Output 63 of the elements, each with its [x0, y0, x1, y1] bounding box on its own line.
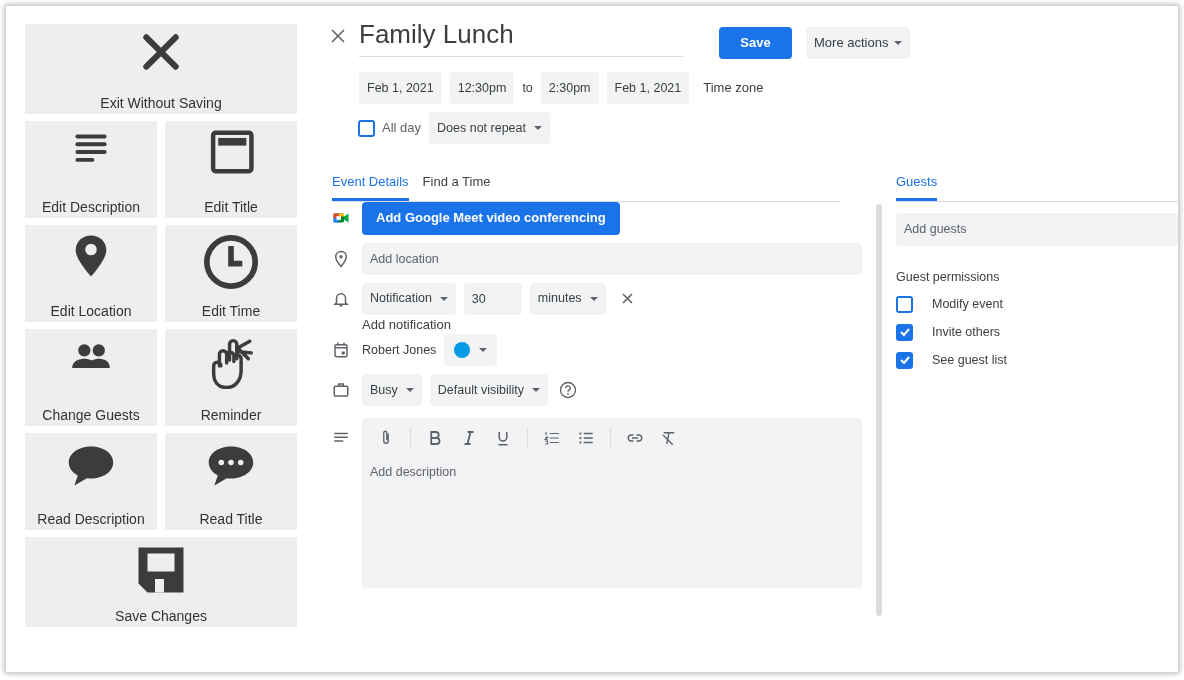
close-icon [622, 293, 634, 304]
calendar-icon [332, 341, 350, 359]
checkbox-label: All day [382, 119, 422, 138]
location-pin-icon [332, 249, 350, 268]
command-tile[interactable]: Edit Location [25, 225, 157, 322]
date-field[interactable]: Feb 1, 2021 [359, 72, 442, 104]
add-notification-link[interactable]: Add notification [362, 314, 451, 334]
command-tile[interactable]: Edit Description [25, 121, 157, 218]
caret-icon [439, 296, 448, 301]
numbered-list-icon [543, 429, 561, 447]
command-tile[interactable]: Read Description [25, 433, 157, 530]
time-field[interactable]: 2:30pm [540, 72, 599, 104]
caret-icon [405, 388, 414, 392]
bulleted-list-icon [577, 429, 595, 447]
caret-icon [531, 388, 540, 392]
checkbox-label: See guest list [932, 351, 1008, 369]
calendar-owner-label: Robert Jones [362, 341, 437, 359]
command-tile[interactable]: Edit Time [165, 225, 297, 322]
checkbox-label: Modify event [932, 296, 1003, 314]
to-label: to [522, 79, 533, 97]
checkbox-label: Invite others [932, 324, 1001, 341]
location-field[interactable]: Add location [362, 242, 863, 275]
briefcase-icon [332, 381, 350, 399]
checkbox[interactable] [896, 323, 913, 341]
caret-icon [479, 348, 488, 352]
command-tile[interactable]: Reminder [165, 329, 297, 426]
description-placeholder: Add description [370, 464, 458, 481]
check-icon [898, 354, 911, 367]
help-icon [558, 381, 577, 399]
meet-button[interactable]: Add Google Meet video conferencing [362, 201, 620, 235]
command-tile[interactable]: Exit Without Saving [25, 24, 297, 114]
save-button[interactable]: Save [719, 27, 792, 59]
notification-dropdown[interactable]: Notification [362, 282, 456, 315]
repeat-dropdown[interactable]: Does not repeat [429, 112, 550, 144]
event-title-field[interactable]: Family Lunch [359, 18, 683, 57]
command-tile[interactable]: Read Title [165, 433, 297, 530]
notification-time-field[interactable]: 30 [463, 282, 522, 315]
more-actions-button[interactable]: More actions [806, 27, 911, 59]
time-field[interactable]: 12:30pm [449, 72, 515, 104]
command-tile[interactable]: Edit Title [165, 121, 297, 218]
caret-icon [589, 296, 598, 301]
time-zone-link[interactable]: Time zone [703, 78, 764, 98]
tab[interactable]: Find a Time [422, 172, 491, 201]
window-icon [208, 129, 254, 175]
availability-dropdown[interactable]: Busy [362, 374, 422, 406]
caret-icon [894, 41, 903, 45]
caret-icon [534, 126, 542, 130]
tab[interactable]: Guests [896, 172, 938, 201]
close-icon [331, 29, 345, 43]
command-tile[interactable]: Change Guests [25, 329, 157, 426]
command-tile[interactable]: Save Changes [25, 537, 297, 627]
unit-dropdown[interactable]: minutes [529, 282, 606, 315]
check-icon [898, 326, 911, 339]
guests-field[interactable]: Add guests [896, 212, 1178, 246]
checkbox[interactable] [358, 119, 375, 137]
permissions-heading: Guest permissions [896, 268, 1001, 286]
description-editor[interactable]: Add description [362, 418, 863, 588]
checkbox[interactable] [896, 296, 913, 314]
visibility-dropdown[interactable]: Default visibility [429, 374, 548, 406]
date-field[interactable]: Feb 1, 2021 [606, 72, 690, 104]
checkbox[interactable] [896, 351, 913, 369]
color-dropdown[interactable] [444, 334, 498, 366]
clock-icon [202, 233, 260, 291]
